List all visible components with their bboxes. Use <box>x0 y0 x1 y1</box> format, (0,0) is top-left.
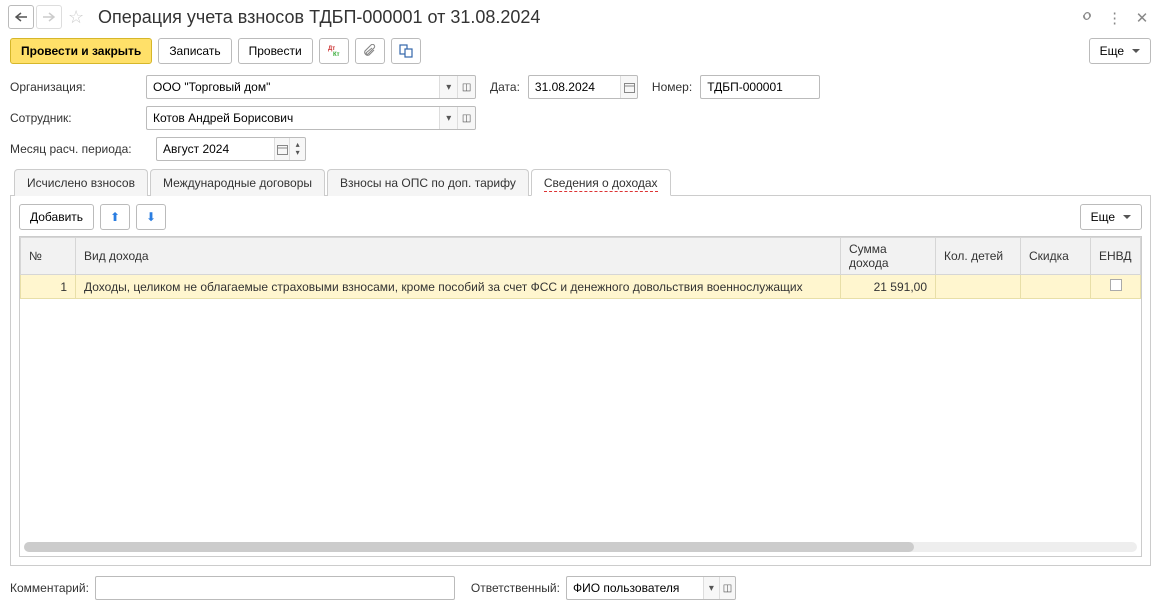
panel-more-button[interactable]: Еще <box>1080 204 1142 230</box>
envd-checkbox[interactable] <box>1110 279 1122 291</box>
col-number[interactable]: № <box>21 238 76 275</box>
organization-input[interactable] <box>147 76 439 98</box>
nav-forward-button[interactable] <box>36 5 62 29</box>
open-ref-icon[interactable]: ◫ <box>457 107 475 129</box>
panel-toolbar: Добавить ⬆ ⬇ Еще <box>19 204 1142 230</box>
footer: Комментарий: Ответственный: ▾ ◫ <box>0 566 1161 610</box>
number-label: Номер: <box>652 80 692 94</box>
tab-bar: Исчислено взносов Международные договоры… <box>10 168 1151 196</box>
close-icon[interactable]: ✕ <box>1131 7 1153 29</box>
title-bar: ☆ Операция учета взносов ТДБП-000001 от … <box>0 0 1161 34</box>
nav-back-button[interactable] <box>8 5 34 29</box>
kebab-menu-icon[interactable]: ⋮ <box>1104 7 1126 29</box>
date-label: Дата: <box>490 80 520 94</box>
calc-month-label: Месяц расч. периода: <box>10 142 150 156</box>
employee-label: Сотрудник: <box>10 111 140 125</box>
create-based-on-button[interactable] <box>391 38 421 64</box>
calc-month-field[interactable]: ▴▾ <box>156 137 306 161</box>
spinner-icon[interactable]: ▴▾ <box>289 138 305 160</box>
attachment-button[interactable] <box>355 38 385 64</box>
main-toolbar: Провести и закрыть Записать Провести ДтК… <box>0 34 1161 72</box>
tab-income-info[interactable]: Сведения о доходах <box>531 169 671 196</box>
comment-input[interactable] <box>96 577 454 599</box>
tab-assessed[interactable]: Исчислено взносов <box>14 169 148 196</box>
cell-sum[interactable]: 21 591,00 <box>841 275 936 299</box>
tab-ops-tariff[interactable]: Взносы на ОПС по доп. тарифу <box>327 169 529 196</box>
organization-field[interactable]: ▾ ◫ <box>146 75 476 99</box>
title-right-controls: ⋮ ✕ <box>1074 5 1153 29</box>
cell-income-type[interactable]: Доходы, целиком не облагаемые страховыми… <box>76 275 841 299</box>
cell-envd[interactable] <box>1091 275 1141 299</box>
dropdown-icon[interactable]: ▾ <box>703 577 719 599</box>
responsible-field[interactable]: ▾ ◫ <box>566 576 736 600</box>
responsible-label: Ответственный: <box>471 581 560 595</box>
window-title: Операция учета взносов ТДБП-000001 от 31… <box>98 7 1074 28</box>
calendar-icon[interactable] <box>620 76 637 98</box>
svg-text:Кт: Кт <box>333 52 340 58</box>
debit-credit-button[interactable]: ДтКт <box>319 38 349 64</box>
dropdown-icon[interactable]: ▾ <box>439 107 457 129</box>
post-and-close-button[interactable]: Провести и закрыть <box>10 38 152 64</box>
favorite-star-icon[interactable]: ☆ <box>68 7 90 28</box>
calendar-icon[interactable] <box>274 138 290 160</box>
number-field[interactable] <box>700 75 820 99</box>
move-up-button[interactable]: ⬆ <box>100 204 130 230</box>
table-header-row: № Вид дохода Сумма дохода Кол. детей Ски… <box>21 238 1141 275</box>
col-income-type[interactable]: Вид дохода <box>76 238 841 275</box>
employee-field[interactable]: ▾ ◫ <box>146 106 476 130</box>
open-ref-icon[interactable]: ◫ <box>457 76 475 98</box>
calc-month-input[interactable] <box>157 138 274 160</box>
income-table[interactable]: № Вид дохода Сумма дохода Кол. детей Ски… <box>19 236 1142 557</box>
comment-field[interactable] <box>95 576 455 600</box>
col-discount[interactable]: Скидка <box>1021 238 1091 275</box>
save-button[interactable]: Записать <box>158 38 231 64</box>
col-sum[interactable]: Сумма дохода <box>841 238 936 275</box>
employee-input[interactable] <box>147 107 439 129</box>
form-area: Организация: ▾ ◫ Дата: Номер: Сотрудник:… <box>0 75 1161 566</box>
dropdown-icon[interactable]: ▾ <box>439 76 457 98</box>
tab-panel-income: Добавить ⬆ ⬇ Еще № Вид дохода Сумма дохо… <box>10 196 1151 566</box>
number-input[interactable] <box>701 76 819 98</box>
cell-number[interactable]: 1 <box>21 275 76 299</box>
open-ref-icon[interactable]: ◫ <box>719 577 735 599</box>
date-input[interactable] <box>529 76 620 98</box>
cell-discount[interactable] <box>1021 275 1091 299</box>
horizontal-scrollbar[interactable] <box>24 542 1137 552</box>
table-row[interactable]: 1 Доходы, целиком не облагаемые страховы… <box>21 275 1141 299</box>
toolbar-more-button[interactable]: Еще <box>1089 38 1151 64</box>
comment-label: Комментарий: <box>10 581 89 595</box>
organization-label: Организация: <box>10 80 140 94</box>
link-icon[interactable] <box>1076 5 1098 27</box>
tab-intl-contracts[interactable]: Международные договоры <box>150 169 325 196</box>
responsible-input[interactable] <box>567 577 703 599</box>
post-button[interactable]: Провести <box>238 38 313 64</box>
cell-kids[interactable] <box>936 275 1021 299</box>
col-envd[interactable]: ЕНВД <box>1091 238 1141 275</box>
col-kids[interactable]: Кол. детей <box>936 238 1021 275</box>
date-field[interactable] <box>528 75 638 99</box>
add-row-button[interactable]: Добавить <box>19 204 94 230</box>
move-down-button[interactable]: ⬇ <box>136 204 166 230</box>
